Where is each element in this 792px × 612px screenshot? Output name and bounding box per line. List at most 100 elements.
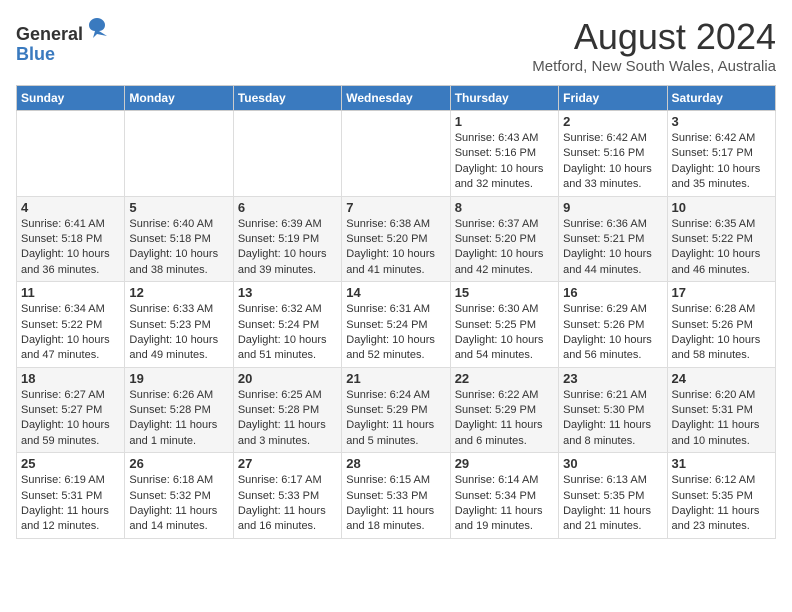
calendar-cell: 11 Sunrise: 6:34 AM Sunset: 5:22 PM Dayli… (17, 282, 125, 368)
day-number: 24 (672, 371, 771, 386)
calendar-cell: 3 Sunrise: 6:42 AM Sunset: 5:17 PM Daylig… (667, 111, 775, 197)
calendar-cell: 17Sunrise: 6:28 AM Sunset: 5:26 PM Dayli… (667, 282, 775, 368)
calendar-cell (125, 111, 233, 197)
day-info: Sunrise: 6:12 AM Sunset: 5:35 PM Dayligh… (672, 473, 771, 535)
day-number: 31 (672, 456, 771, 471)
day-info: Sunrise: 6:37 AM Sunset: 5:20 PM Dayligh… (455, 217, 554, 279)
calendar-cell: 12 Sunrise: 6:33 AM Sunset: 5:23 PM Dayli… (125, 282, 233, 368)
day-header-saturday: Saturday (667, 86, 775, 111)
day-info: Sunrise: 6:27 AM Sunset: 5:27 PM Dayligh… (21, 388, 120, 450)
calendar-cell: 26 Sunrise: 6:18 AM Sunset: 5:32 PM Dayli… (125, 453, 233, 539)
day-info: Sunrise: 6:38 AM Sunset: 5:20 PM Dayligh… (346, 217, 445, 279)
day-info: Sunrise: 6:28 AM Sunset: 5:26 PM Dayligh… (672, 302, 771, 364)
day-number: 14 (346, 285, 445, 300)
calendar-cell: 10 Sunrise: 6:35 AM Sunset: 5:22 PM Dayli… (667, 196, 775, 282)
day-number: 4 (21, 200, 120, 215)
logo-text: General Blue (16, 16, 109, 65)
calendar-cell: 14 Sunrise: 6:31 AM Sunset: 5:24 PM Dayli… (342, 282, 450, 368)
day-header-thursday: Thursday (450, 86, 558, 111)
calendar-cell: 1 Sunrise: 6:43 AM Sunset: 5:16 PM Daylig… (450, 111, 558, 197)
calendar-week-row: 1 Sunrise: 6:43 AM Sunset: 5:16 PM Daylig… (17, 111, 776, 197)
calendar-cell: 31 Sunrise: 6:12 AM Sunset: 5:35 PM Dayli… (667, 453, 775, 539)
calendar-week-row: 18 Sunrise: 6:27 AM Sunset: 5:27 PM Dayli… (17, 367, 776, 453)
calendar-cell: 13Sunrise: 6:32 AM Sunset: 5:24 PM Dayli… (233, 282, 341, 368)
day-number: 8 (455, 200, 554, 215)
day-info: Sunrise: 6:30 AM Sunset: 5:25 PM Dayligh… (455, 302, 554, 364)
logo-general: General (16, 24, 83, 44)
page-header: General Blue August 2024 Metford, New So… (16, 16, 776, 75)
day-info: Sunrise: 6:42 AM Sunset: 5:17 PM Dayligh… (672, 131, 771, 193)
day-number: 16 (563, 285, 662, 300)
day-info: Sunrise: 6:24 AM Sunset: 5:29 PM Dayligh… (346, 388, 445, 450)
month-year: August 2024 (532, 16, 776, 58)
logo-bird-icon (85, 16, 109, 40)
calendar-cell: 19Sunrise: 6:26 AM Sunset: 5:28 PM Dayli… (125, 367, 233, 453)
day-number: 26 (129, 456, 228, 471)
day-info: Sunrise: 6:29 AM Sunset: 5:26 PM Dayligh… (563, 302, 662, 364)
calendar-cell: 30 Sunrise: 6:13 AM Sunset: 5:35 PM Dayli… (559, 453, 667, 539)
calendar-cell: 9Sunrise: 6:36 AM Sunset: 5:21 PM Daylig… (559, 196, 667, 282)
calendar-header-row: SundayMondayTuesdayWednesdayThursdayFrid… (17, 86, 776, 111)
day-number: 13 (238, 285, 337, 300)
calendar-cell: 6 Sunrise: 6:39 AM Sunset: 5:19 PM Daylig… (233, 196, 341, 282)
day-number: 19 (129, 371, 228, 386)
day-number: 3 (672, 114, 771, 129)
day-info: Sunrise: 6:39 AM Sunset: 5:19 PM Dayligh… (238, 217, 337, 279)
day-info: Sunrise: 6:17 AM Sunset: 5:33 PM Dayligh… (238, 473, 337, 535)
day-number: 1 (455, 114, 554, 129)
day-number: 27 (238, 456, 337, 471)
day-number: 21 (346, 371, 445, 386)
day-info: Sunrise: 6:41 AM Sunset: 5:18 PM Dayligh… (21, 217, 120, 279)
calendar-cell: 2Sunrise: 6:42 AM Sunset: 5:16 PM Daylig… (559, 111, 667, 197)
location: Metford, New South Wales, Australia (532, 58, 776, 75)
calendar-week-row: 25Sunrise: 6:19 AM Sunset: 5:31 PM Dayli… (17, 453, 776, 539)
day-number: 30 (563, 456, 662, 471)
day-number: 22 (455, 371, 554, 386)
day-info: Sunrise: 6:43 AM Sunset: 5:16 PM Dayligh… (455, 131, 554, 193)
calendar-cell: 29Sunrise: 6:14 AM Sunset: 5:34 PM Dayli… (450, 453, 558, 539)
day-number: 6 (238, 200, 337, 215)
day-number: 28 (346, 456, 445, 471)
calendar-cell: 27 Sunrise: 6:17 AM Sunset: 5:33 PM Dayli… (233, 453, 341, 539)
day-info: Sunrise: 6:42 AM Sunset: 5:16 PM Dayligh… (563, 131, 662, 193)
day-info: Sunrise: 6:34 AM Sunset: 5:22 PM Dayligh… (21, 302, 120, 364)
day-header-wednesday: Wednesday (342, 86, 450, 111)
day-info: Sunrise: 6:35 AM Sunset: 5:22 PM Dayligh… (672, 217, 771, 279)
day-info: Sunrise: 6:31 AM Sunset: 5:24 PM Dayligh… (346, 302, 445, 364)
calendar-cell: 15Sunrise: 6:30 AM Sunset: 5:25 PM Dayli… (450, 282, 558, 368)
day-number: 9 (563, 200, 662, 215)
day-header-tuesday: Tuesday (233, 86, 341, 111)
calendar-table: SundayMondayTuesdayWednesdayThursdayFrid… (16, 85, 776, 539)
day-info: Sunrise: 6:21 AM Sunset: 5:30 PM Dayligh… (563, 388, 662, 450)
calendar-cell (233, 111, 341, 197)
calendar-cell: 20Sunrise: 6:25 AM Sunset: 5:28 PM Dayli… (233, 367, 341, 453)
day-info: Sunrise: 6:14 AM Sunset: 5:34 PM Dayligh… (455, 473, 554, 535)
calendar-cell: 25Sunrise: 6:19 AM Sunset: 5:31 PM Dayli… (17, 453, 125, 539)
day-header-monday: Monday (125, 86, 233, 111)
calendar-cell: 8 Sunrise: 6:37 AM Sunset: 5:20 PM Daylig… (450, 196, 558, 282)
calendar-cell: 5 Sunrise: 6:40 AM Sunset: 5:18 PM Daylig… (125, 196, 233, 282)
day-number: 11 (21, 285, 120, 300)
calendar-cell: 28Sunrise: 6:15 AM Sunset: 5:33 PM Dayli… (342, 453, 450, 539)
calendar-cell: 16 Sunrise: 6:29 AM Sunset: 5:26 PM Dayli… (559, 282, 667, 368)
day-info: Sunrise: 6:18 AM Sunset: 5:32 PM Dayligh… (129, 473, 228, 535)
day-number: 20 (238, 371, 337, 386)
title-block: August 2024 Metford, New South Wales, Au… (532, 16, 776, 75)
day-number: 7 (346, 200, 445, 215)
day-header-friday: Friday (559, 86, 667, 111)
calendar-cell: 4 Sunrise: 6:41 AM Sunset: 5:18 PM Daylig… (17, 196, 125, 282)
day-number: 12 (129, 285, 228, 300)
calendar-cell: 24Sunrise: 6:20 AM Sunset: 5:31 PM Dayli… (667, 367, 775, 453)
day-info: Sunrise: 6:40 AM Sunset: 5:18 PM Dayligh… (129, 217, 228, 279)
logo: General Blue (16, 16, 109, 65)
day-number: 5 (129, 200, 228, 215)
calendar-cell: 21 Sunrise: 6:24 AM Sunset: 5:29 PM Dayli… (342, 367, 450, 453)
calendar-week-row: 11 Sunrise: 6:34 AM Sunset: 5:22 PM Dayli… (17, 282, 776, 368)
day-info: Sunrise: 6:13 AM Sunset: 5:35 PM Dayligh… (563, 473, 662, 535)
day-number: 18 (21, 371, 120, 386)
calendar-cell: 18 Sunrise: 6:27 AM Sunset: 5:27 PM Dayli… (17, 367, 125, 453)
day-info: Sunrise: 6:33 AM Sunset: 5:23 PM Dayligh… (129, 302, 228, 364)
day-number: 25 (21, 456, 120, 471)
day-number: 10 (672, 200, 771, 215)
day-number: 23 (563, 371, 662, 386)
